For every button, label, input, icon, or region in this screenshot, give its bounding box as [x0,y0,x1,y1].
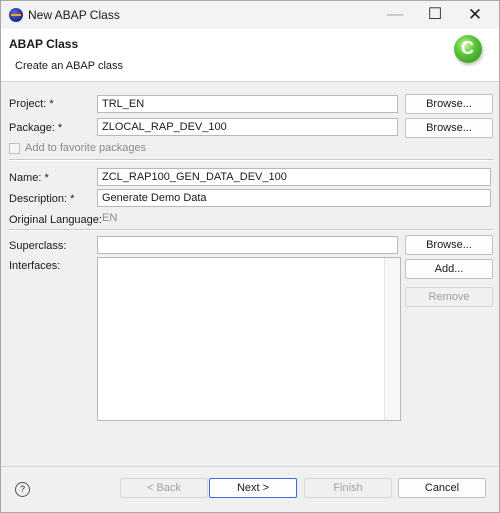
help-icon[interactable]: ? [15,482,30,497]
next-button[interactable]: Next > [209,478,297,498]
original-language-label: Original Language: [9,214,102,226]
wizard-title: ABAP Class [9,37,79,51]
add-to-favorites-checkbox[interactable] [9,143,20,154]
new-abap-class-dialog: New ABAP Class — ☐ ✕ ABAP Class Create a… [0,0,500,513]
minimize-button[interactable]: — [375,1,415,29]
browse-superclass-button[interactable]: Browse... [405,235,493,255]
project-field[interactable]: TRL_EN [97,95,398,113]
maximize-button[interactable]: ☐ [415,1,455,29]
remove-interface-button: Remove [405,287,493,307]
wizard-description: Create an ABAP class [15,60,124,72]
separator [9,159,493,161]
interfaces-list-scrollbar[interactable] [384,258,400,420]
browse-package-button[interactable]: Browse... [405,118,493,138]
superclass-label: Superclass: [9,240,67,252]
interfaces-list[interactable] [97,257,401,421]
description-label: Description: * [9,193,75,205]
add-to-favorites-label: Add to favorite packages [25,142,147,154]
description-field[interactable]: Generate Demo Data [97,189,491,207]
wizard-header: ABAP Class Create an ABAP class C [1,29,499,82]
window-title: New ABAP Class [28,8,120,22]
close-button[interactable]: ✕ [455,1,495,29]
superclass-field[interactable] [97,236,398,254]
package-label: Package: * [9,122,63,134]
back-button: < Back [120,478,208,498]
browse-project-button[interactable]: Browse... [405,94,493,114]
name-label: Name: * [9,172,49,184]
finish-button: Finish [304,478,392,498]
interfaces-label: Interfaces: [9,260,61,272]
name-field[interactable]: ZCL_RAP100_GEN_DATA_DEV_100 [97,168,491,186]
footer-separator [1,466,499,467]
eclipse-app-icon [9,8,23,22]
cancel-button[interactable]: Cancel [398,478,486,498]
project-label: Project: * [9,98,54,110]
original-language-value: EN [102,212,118,224]
separator [9,229,493,231]
add-interface-button[interactable]: Add... [405,259,493,279]
title-bar: New ABAP Class — ☐ ✕ [1,1,499,29]
abap-class-wizard-icon: C [454,35,482,63]
package-field[interactable]: ZLOCAL_RAP_DEV_100 [97,118,398,136]
